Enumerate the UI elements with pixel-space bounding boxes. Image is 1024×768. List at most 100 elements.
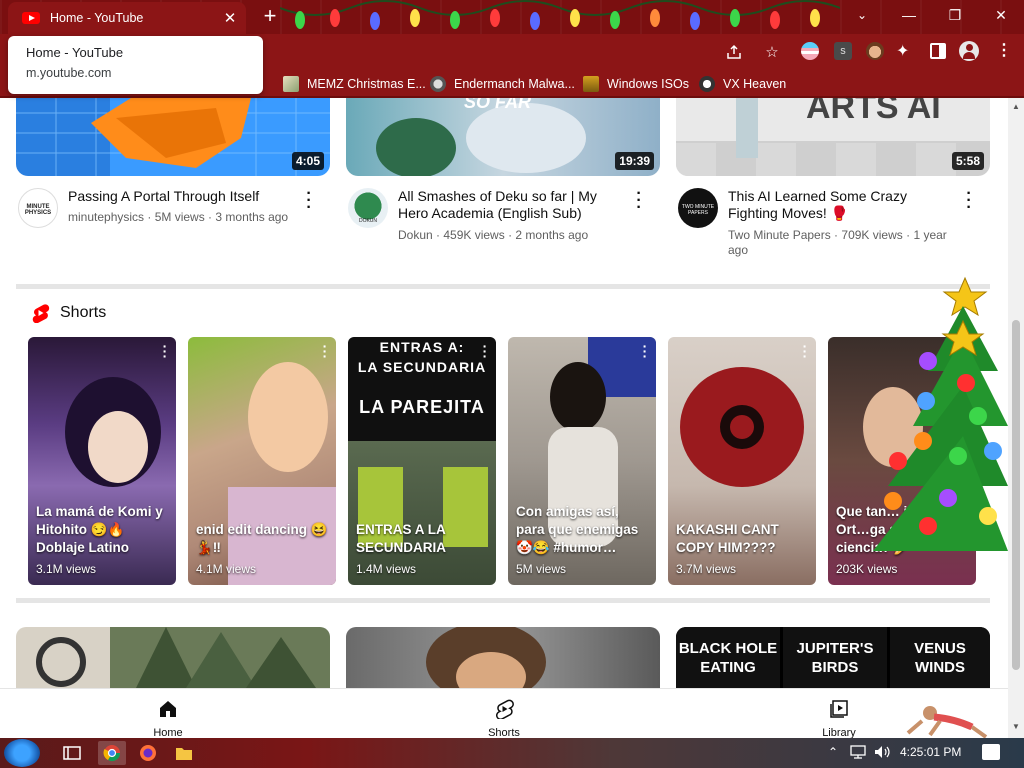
profile-avatar-icon[interactable] xyxy=(959,41,979,61)
video-title[interactable]: Passing A Portal Through Itself xyxy=(68,188,296,205)
video-title[interactable]: This AI Learned Some Crazy Fighting Move… xyxy=(728,188,956,222)
channel-avatar[interactable]: TWO MINUTE PAPERS xyxy=(678,188,718,228)
video-menu-icon[interactable]: · · · xyxy=(632,186,646,216)
short-card[interactable]: ENTRAS A: LA SECUNDARIA LA PAREJITA · · · … xyxy=(348,337,496,585)
nav-library[interactable]: Library xyxy=(809,699,869,741)
short-menu-icon[interactable]: ··· xyxy=(321,339,329,363)
section-divider xyxy=(16,284,990,289)
video-menu-icon[interactable]: · · · xyxy=(302,186,316,216)
bookmark-star-icon[interactable]: ☆ xyxy=(762,42,782,62)
christmas-lights-decoration xyxy=(280,0,840,34)
network-icon[interactable] xyxy=(850,745,866,762)
thumbnail-panel: VENUS WINDS xyxy=(890,627,990,688)
page-scrollbar[interactable]: ▲ ▼ xyxy=(1008,98,1024,738)
video-thumbnail[interactable]: 4:05 xyxy=(16,98,330,176)
video-card[interactable]: ARTS AI 5:58 TWO MINUTE PAPERS This AI L… xyxy=(676,98,990,262)
shorts-shelf-header: Shorts xyxy=(30,303,106,323)
short-card[interactable]: · · · Con amigas así, para que enemigas 🤡😂… xyxy=(508,337,656,585)
hover-card-title: Home - YouTube xyxy=(26,45,124,60)
short-views: 203K views xyxy=(836,562,898,576)
tab-hover-card: Home - YouTube m.youtube.com xyxy=(8,36,263,94)
short-menu-icon[interactable]: ··· xyxy=(481,339,489,363)
short-caption: ENTRAS A LA SECUNDARIA xyxy=(356,522,447,555)
shorts-icon xyxy=(496,699,514,719)
view-count: 459K views xyxy=(443,228,505,242)
taskbar-clock[interactable]: 4:25:01 PM xyxy=(900,745,961,759)
extension-face-icon[interactable] xyxy=(866,42,884,60)
channel-avatar-text: TWO MINUTE PAPERS xyxy=(681,204,715,216)
firefox-icon[interactable] xyxy=(134,741,162,765)
thumbnail-overlay-text: ARTS AI xyxy=(806,98,941,126)
channel-name[interactable]: Dokun xyxy=(398,228,433,242)
channel-avatar-text: MINUTE PHYSICS xyxy=(24,204,52,216)
action-center-icon[interactable] xyxy=(982,744,1000,760)
scroll-down-arrow-icon[interactable]: ▼ xyxy=(1008,722,1024,731)
short-views: 3.1M views xyxy=(36,562,97,576)
channel-name[interactable]: minutephysics xyxy=(68,210,144,224)
nav-home[interactable]: Home xyxy=(138,699,198,741)
short-menu-icon[interactable]: ··· xyxy=(641,339,649,363)
video-thumbnail[interactable]: ARTS AI 5:58 xyxy=(676,98,990,176)
bottom-navigation-bar: Home Shorts Library xyxy=(0,688,1008,741)
youtube-favicon-icon xyxy=(22,12,40,24)
short-card[interactable]: · · · La mamá de Komi y Hitohito 😏🔥 Doblaj… xyxy=(28,337,176,585)
windows-iso-icon xyxy=(583,76,599,92)
share-icon[interactable] xyxy=(724,42,744,62)
bookmark-vx-heaven[interactable]: VX Heaven xyxy=(699,74,786,94)
show-hidden-icons-icon[interactable]: ⌃ xyxy=(828,745,838,759)
extension-flag-icon[interactable] xyxy=(801,42,819,60)
channel-avatar[interactable]: MINUTE PHYSICS xyxy=(18,188,58,228)
short-caption: KAKASHI CANT COPY HIM???? xyxy=(676,522,779,555)
short-card[interactable]: · · · enid edit dancing 😆💃‼ 4.1M views xyxy=(188,337,336,585)
bookmark-memz[interactable]: MEMZ Christmas E... xyxy=(283,74,426,94)
short-card[interactable]: · · · KAKASHI CANT COPY HIM???? 3.7M views xyxy=(668,337,816,585)
video-title[interactable]: All Smashes of Deku so far | My Hero Aca… xyxy=(398,188,626,222)
youtube-feed: 4:05 MINUTE PHYSICS Passing A Portal Thr… xyxy=(0,98,1008,688)
thumbnail-overlay-text: SO FAR xyxy=(464,98,532,112)
start-button-icon[interactable] xyxy=(4,739,40,767)
short-views: 3.7M views xyxy=(676,562,737,576)
channel-name[interactable]: Two Minute Papers xyxy=(728,228,831,242)
chrome-icon[interactable] xyxy=(98,741,126,765)
bookmark-label: VX Heaven xyxy=(723,77,787,91)
bookmark-endermanch[interactable]: Endermanch Malwa... xyxy=(430,74,575,94)
tab-search-button[interactable]: ⌄ xyxy=(848,4,876,26)
file-explorer-icon[interactable] xyxy=(170,741,198,765)
video-menu-icon[interactable]: · · · xyxy=(962,186,976,216)
short-views: 4.1M views xyxy=(196,562,257,576)
video-thumbnail[interactable]: SO FAR 19:39 xyxy=(346,98,660,176)
browser-menu-icon[interactable]: ⋮ xyxy=(996,40,1012,60)
task-view-icon[interactable] xyxy=(58,741,86,765)
video-card[interactable]: SO FAR 19:39 DOKUN All Smashes of Deku s… xyxy=(346,98,660,262)
shorts-logo-icon xyxy=(32,304,50,323)
video-card[interactable]: 4:05 MINUTE PHYSICS Passing A Portal Thr… xyxy=(16,98,330,262)
volume-icon[interactable] xyxy=(874,745,892,762)
new-tab-button[interactable]: + xyxy=(259,5,281,27)
shorts-section-title: Shorts xyxy=(60,304,107,321)
video-thumbnail[interactable] xyxy=(16,627,330,688)
channel-avatar[interactable]: DOKUN xyxy=(348,188,388,228)
close-tab-icon[interactable]: ✕ xyxy=(222,9,238,27)
upload-age: 3 months ago xyxy=(215,210,289,224)
side-panel-icon[interactable] xyxy=(930,43,946,59)
scroll-up-arrow-icon[interactable]: ▲ xyxy=(1008,102,1024,111)
bookmark-label: MEMZ Christmas E... xyxy=(307,77,426,91)
bookmark-windows-isos[interactable]: Windows ISOs xyxy=(583,74,689,94)
video-thumbnail[interactable] xyxy=(346,627,660,688)
upload-age: 2 months ago xyxy=(515,228,589,242)
scrollbar-thumb[interactable] xyxy=(1012,320,1020,670)
short-menu-icon[interactable]: ··· xyxy=(801,339,809,363)
browser-tab-active[interactable]: Home - YouTube ✕ xyxy=(8,2,246,34)
short-menu-icon[interactable]: ··· xyxy=(161,339,169,363)
close-window-button[interactable]: ✕ xyxy=(978,0,1024,30)
running-figure-decoration xyxy=(906,706,988,739)
maximize-button[interactable]: ❐ xyxy=(932,0,978,30)
minimize-button[interactable]: — xyxy=(886,0,932,30)
video-thumbnail[interactable]: BLACK HOLE EATING JUPITER'S BIRDS VENUS … xyxy=(676,627,990,688)
extension-s-icon[interactable]: s xyxy=(834,42,852,60)
nav-shorts[interactable]: Shorts xyxy=(474,699,534,741)
view-count: 709K views xyxy=(841,228,903,242)
bookmark-label: Endermanch Malwa... xyxy=(454,77,575,91)
short-caption: enid edit dancing 😆💃‼ xyxy=(196,522,328,555)
extensions-puzzle-icon[interactable]: ✦ xyxy=(896,41,909,61)
